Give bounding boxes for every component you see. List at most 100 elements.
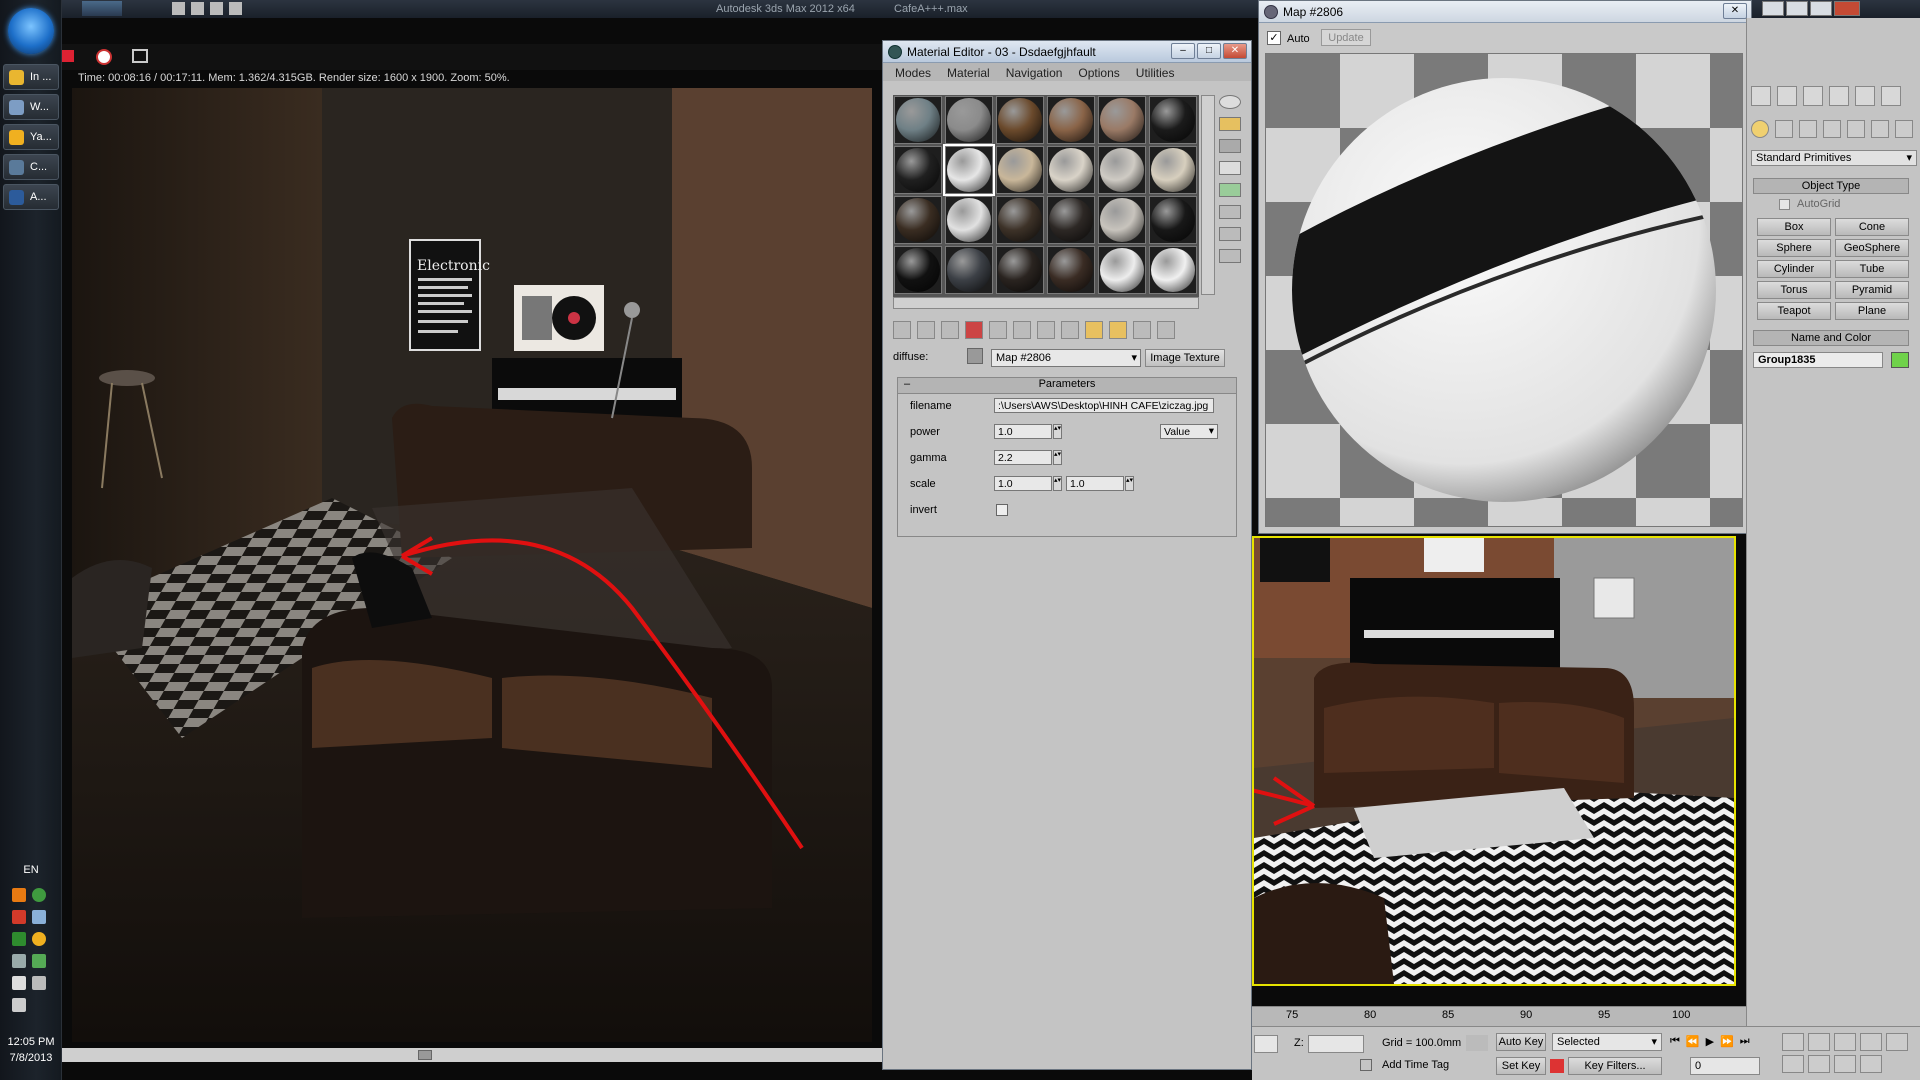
name-and-color-header[interactable]: Name and Color xyxy=(1753,330,1909,346)
go-forward-sibling-icon[interactable] xyxy=(1157,321,1175,339)
systems-icon[interactable] xyxy=(1895,120,1913,138)
material-slot[interactable] xyxy=(945,246,993,294)
material-slot[interactable] xyxy=(1149,196,1197,244)
save-file-icon[interactable] xyxy=(210,2,223,15)
menu-utilities[interactable]: Utilities xyxy=(1136,66,1175,81)
go-to-parent-icon[interactable] xyxy=(1133,321,1151,339)
avast-icon[interactable] xyxy=(12,888,26,902)
material-slot[interactable] xyxy=(1047,246,1095,294)
create-tab-icon[interactable] xyxy=(1751,86,1771,106)
next-frame-icon[interactable]: ⏩ xyxy=(1720,1035,1734,1048)
zoom-icon[interactable] xyxy=(1782,1033,1804,1051)
clock-time[interactable]: 12:05 PM xyxy=(0,1036,62,1048)
help-icon[interactable] xyxy=(1762,1,1784,16)
network-icon[interactable] xyxy=(32,910,46,924)
menu-modes[interactable]: Modes xyxy=(895,66,931,81)
timeline-track[interactable]: 75 80 85 90 95 100 xyxy=(1252,1006,1746,1026)
scale-v-field[interactable]: 1.0 xyxy=(1066,476,1124,491)
material-slot[interactable] xyxy=(894,96,942,144)
taskbar-app-1[interactable]: W... xyxy=(3,94,59,120)
material-slot[interactable] xyxy=(996,146,1044,194)
max-app-icon[interactable] xyxy=(82,1,122,16)
taskbar-app-4[interactable]: A... xyxy=(3,184,59,210)
collapse-icon[interactable]: – xyxy=(904,378,910,390)
hierarchy-tab-icon[interactable] xyxy=(1803,86,1823,106)
previous-frame-icon[interactable]: ⏪ xyxy=(1686,1035,1700,1048)
add-time-tag[interactable]: Add Time Tag xyxy=(1382,1059,1449,1071)
assign-to-selection-icon[interactable] xyxy=(941,321,959,339)
time-tag-icon[interactable] xyxy=(1360,1059,1372,1071)
material-slot[interactable] xyxy=(1149,246,1197,294)
display-icon[interactable] xyxy=(32,976,46,990)
material-slot[interactable] xyxy=(894,146,942,194)
gamma-spinner[interactable]: ▴▾ xyxy=(1053,450,1062,465)
plane-button[interactable]: Plane xyxy=(1835,302,1909,320)
display-tab-icon[interactable] xyxy=(1855,86,1875,106)
material-slot[interactable] xyxy=(1098,196,1146,244)
options-icon[interactable] xyxy=(1219,227,1241,241)
show-end-result-icon[interactable] xyxy=(1109,321,1127,339)
put-to-scene-icon[interactable] xyxy=(917,321,935,339)
parameters-rollout-header[interactable]: – Parameters xyxy=(898,378,1236,394)
scale-u-field[interactable]: 1.0 xyxy=(994,476,1052,491)
language-indicator[interactable]: EN xyxy=(0,864,62,876)
slots-vertical-scrollbar[interactable] xyxy=(1201,95,1215,295)
shapes-icon[interactable] xyxy=(1775,120,1793,138)
primitive-category-select[interactable]: Standard Primitives ▾ xyxy=(1751,150,1917,166)
material-slot[interactable] xyxy=(996,196,1044,244)
taskbar-app-2[interactable]: Ya... xyxy=(3,124,59,150)
close-button[interactable]: ✕ xyxy=(1223,43,1247,59)
maximize-button[interactable] xyxy=(1810,1,1832,16)
teapot-button[interactable]: Teapot xyxy=(1757,302,1831,320)
display-icon[interactable] xyxy=(132,49,148,63)
start-button[interactable] xyxy=(8,8,54,54)
power-spinner[interactable]: ▴▾ xyxy=(1053,424,1062,439)
field-of-view-icon[interactable] xyxy=(1886,1033,1908,1051)
cameras-icon[interactable] xyxy=(1823,120,1841,138)
background-icon[interactable] xyxy=(1219,139,1241,153)
go-to-end-icon[interactable]: ⏭ xyxy=(1740,1035,1750,1048)
gear-icon[interactable] xyxy=(12,954,26,968)
map-name-field[interactable]: Map #2806 ▾ xyxy=(991,349,1141,367)
perspective-viewport[interactable] xyxy=(1252,536,1736,986)
utilities-tab-icon[interactable] xyxy=(1881,86,1901,106)
show-map-icon[interactable] xyxy=(1085,321,1103,339)
pyramid-button[interactable]: Pyramid xyxy=(1835,281,1909,299)
material-slot[interactable] xyxy=(894,246,942,294)
reset-map-icon[interactable] xyxy=(965,321,983,339)
material-id-icon[interactable] xyxy=(1061,321,1079,339)
x-coordinate-field[interactable] xyxy=(1254,1035,1278,1053)
maximize-button[interactable]: □ xyxy=(1197,43,1221,59)
zoom-extents-icon[interactable] xyxy=(1834,1033,1856,1051)
app-tray-icon[interactable] xyxy=(12,932,26,946)
pan-icon[interactable] xyxy=(1782,1055,1804,1073)
orbit-icon[interactable] xyxy=(1834,1055,1856,1073)
volume-icon[interactable] xyxy=(12,998,26,1012)
clock-date[interactable]: 7/8/2013 xyxy=(0,1052,62,1064)
power-mode-select[interactable]: Value ▾ xyxy=(1160,424,1218,439)
go-to-start-icon[interactable]: ⏮ xyxy=(1670,1035,1680,1048)
put-to-library-icon[interactable] xyxy=(1037,321,1055,339)
get-material-icon[interactable] xyxy=(893,321,911,339)
minimize-button[interactable] xyxy=(1786,1,1808,16)
chevron-down-icon[interactable]: ▾ xyxy=(1131,351,1137,364)
zoom-all-icon[interactable] xyxy=(1808,1033,1830,1051)
torus-button[interactable]: Torus xyxy=(1757,281,1831,299)
current-frame-field[interactable]: 0 xyxy=(1690,1057,1760,1075)
scale-u-spinner[interactable]: ▴▾ xyxy=(1053,476,1062,491)
auto-checkbox[interactable]: ✓ xyxy=(1267,31,1281,45)
material-slot[interactable] xyxy=(1098,246,1146,294)
menu-options[interactable]: Options xyxy=(1078,66,1119,81)
key-filters-button[interactable]: Key Filters... xyxy=(1568,1057,1662,1075)
tube-button[interactable]: Tube xyxy=(1835,260,1909,278)
material-slot[interactable] xyxy=(1047,146,1095,194)
make-unique-icon[interactable] xyxy=(1013,321,1031,339)
channel-icon[interactable] xyxy=(62,50,74,62)
gamma-field[interactable]: 2.2 xyxy=(994,450,1052,465)
sample-type-icon[interactable] xyxy=(1219,95,1241,109)
close-button[interactable]: ✕ xyxy=(1723,3,1747,19)
material-slot[interactable] xyxy=(894,196,942,244)
autogrid-checkbox[interactable] xyxy=(1779,199,1790,210)
scale-v-spinner[interactable]: ▴▾ xyxy=(1125,476,1134,491)
undo-icon[interactable] xyxy=(229,2,242,15)
